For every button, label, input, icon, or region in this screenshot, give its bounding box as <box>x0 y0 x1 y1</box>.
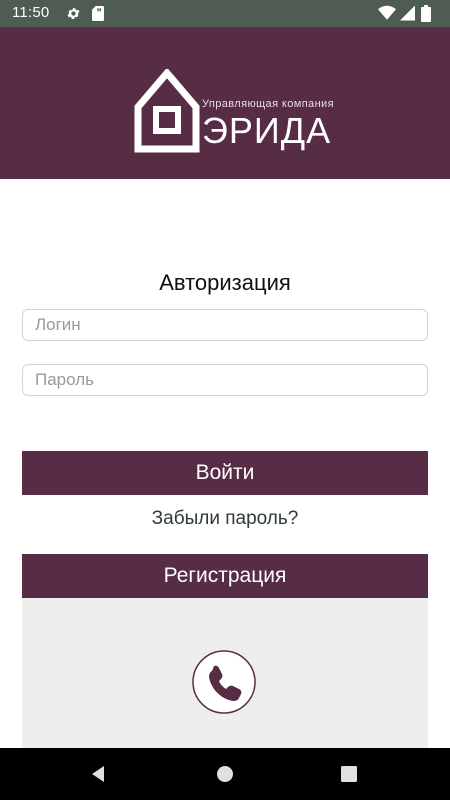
forgot-password-link[interactable]: Забыли пароль? <box>0 508 450 530</box>
password-input[interactable] <box>22 364 428 396</box>
sd-card-icon <box>92 6 104 21</box>
navigation-bar <box>0 748 450 800</box>
home-icon[interactable] <box>215 764 235 784</box>
battery-icon <box>421 5 431 22</box>
status-right-icons <box>378 5 438 22</box>
status-bar: 11:50 <box>0 0 450 27</box>
login-input[interactable] <box>22 309 428 341</box>
auth-title: Авторизация <box>159 270 291 295</box>
recent-apps-icon[interactable] <box>339 764 359 784</box>
phone-icon[interactable] <box>192 650 256 714</box>
login-button[interactable]: Войти <box>22 451 428 495</box>
header-banner: Управляющая компания ЭРИДА <box>0 27 450 179</box>
house-logo-icon <box>134 69 200 153</box>
gear-icon <box>67 8 80 19</box>
register-button[interactable]: Регистрация <box>22 554 428 598</box>
back-icon[interactable] <box>88 764 108 784</box>
signal-icon <box>400 5 415 21</box>
status-time: 11:50 <box>12 4 50 21</box>
logo-name: ЭРИДА <box>202 110 332 151</box>
logo-subtitle: Управляющая компания <box>202 98 334 110</box>
wifi-icon <box>378 5 396 20</box>
contact-panel <box>22 598 428 748</box>
